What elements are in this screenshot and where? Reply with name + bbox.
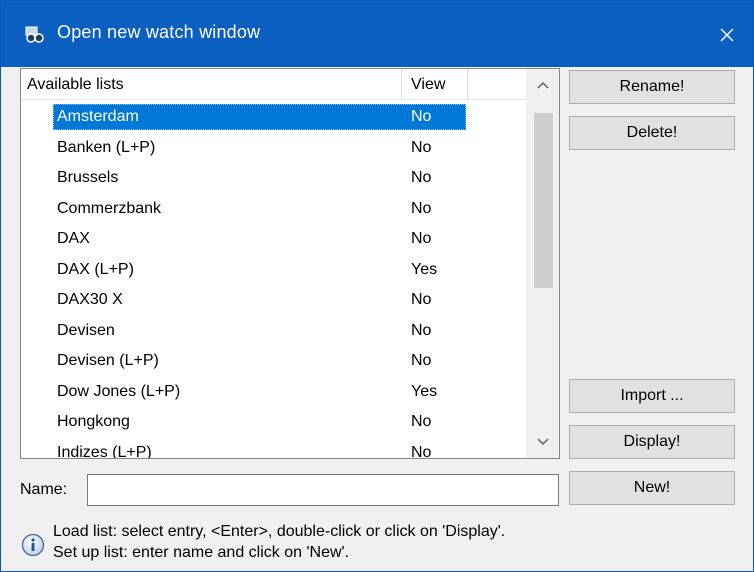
list-item[interactable]: Amsterdam No [21, 102, 526, 133]
info-text-load: Load list: select entry, <Enter>, double… [53, 523, 506, 540]
list-header: Available lists View [21, 69, 526, 100]
list-item-view: No [411, 138, 432, 156]
display-button[interactable]: Display! [569, 425, 735, 459]
list-item[interactable]: DAX No [21, 224, 526, 255]
list-item[interactable]: Indizes (L+P) No [21, 438, 526, 459]
info-icon [21, 533, 45, 557]
column-header-view[interactable]: View [402, 69, 468, 100]
close-icon [720, 28, 734, 42]
scroll-up-button[interactable] [526, 69, 559, 101]
list-item[interactable]: Devisen (L+P) No [21, 346, 526, 377]
list-item[interactable]: Dow Jones (L+P) Yes [21, 377, 526, 408]
delete-button[interactable]: Delete! [569, 116, 735, 150]
new-button[interactable]: New! [569, 471, 735, 505]
list-item-view: No [411, 199, 432, 217]
list-item-name: Brussels [57, 169, 119, 186]
list-item[interactable]: Brussels No [21, 163, 526, 194]
available-lists-listview[interactable]: Available lists View Amsterdam No Banken (… [20, 68, 560, 459]
list-item[interactable]: Hongkong No [21, 407, 526, 438]
list-item-name: Dow Jones (L+P) [57, 382, 181, 400]
list-item-name: Amsterdam [57, 108, 139, 125]
list-item[interactable]: Banken (L+P) No [21, 133, 526, 164]
list-item-view: No [411, 291, 432, 308]
list-item-view: No [411, 413, 432, 430]
name-label: Name: [20, 481, 68, 498]
list-item[interactable]: Commerzbank No [21, 194, 526, 225]
dialog-window: Open new watch window Available lists Vi… [0, 0, 754, 572]
name-input[interactable] [87, 474, 559, 506]
glasses-icon [25, 25, 45, 45]
chevron-up-icon [537, 81, 549, 89]
list-item-view: Yes [411, 260, 438, 278]
list-item-name: Banken (L+P) [57, 138, 156, 156]
list-item[interactable]: Devisen No [21, 316, 526, 347]
chevron-down-icon [537, 438, 549, 446]
list-item-name: DAX30 X [57, 291, 123, 308]
info-text-setup: Set up list: enter name and click on 'Ne… [53, 544, 350, 561]
list-item-name: DAX [57, 230, 90, 247]
list-item-name: Hongkong [57, 413, 130, 430]
column-header-available-lists[interactable]: Available lists [21, 69, 402, 100]
close-button[interactable] [707, 15, 747, 55]
list-item-name: Devisen (L+P) [57, 352, 159, 369]
list-item-view: No [411, 321, 432, 339]
scroll-down-button[interactable] [526, 426, 559, 458]
list-item-view: No [411, 443, 432, 459]
vertical-scrollbar[interactable] [526, 69, 559, 458]
title-bar[interactable]: Open new watch window [1, 1, 753, 67]
list-item-name: DAX (L+P) [57, 260, 134, 278]
list-item-view: No [411, 352, 432, 369]
list-rows: Amsterdam No Banken (L+P) No Brussels No Comme… [21, 102, 526, 459]
rename-button[interactable]: Rename! [569, 70, 735, 104]
window-title: Open new watch window [57, 22, 261, 42]
list-item-view: No [411, 169, 432, 186]
list-item-name: Commerzbank [57, 199, 162, 217]
list-item-view: No [411, 108, 432, 125]
list-item-view: Yes [411, 382, 438, 400]
list-item-view: No [411, 230, 432, 247]
list-item[interactable]: DAX (L+P) Yes [21, 255, 526, 286]
list-item-name: Devisen [57, 321, 115, 339]
scrollbar-thumb[interactable] [534, 113, 553, 288]
import-button[interactable]: Import ... [569, 379, 735, 413]
list-item-name: Indizes (L+P) [57, 443, 152, 459]
list-item[interactable]: DAX30 X No [21, 285, 526, 316]
